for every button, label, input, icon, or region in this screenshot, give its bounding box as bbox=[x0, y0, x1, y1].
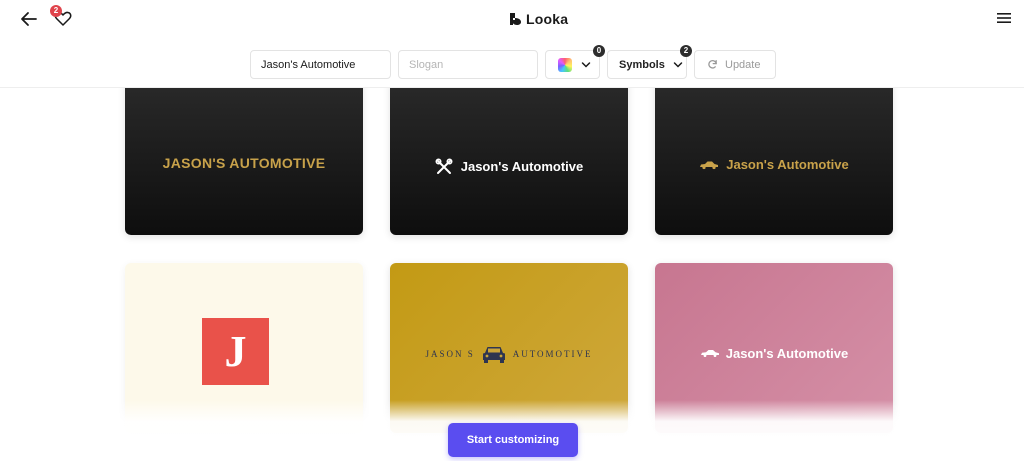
monogram-box: J bbox=[202, 317, 269, 385]
brand-name: Looka bbox=[526, 11, 569, 27]
crossed-tools-icon bbox=[435, 157, 453, 174]
company-name-field[interactable] bbox=[250, 50, 391, 79]
symbols-dropdown[interactable]: Symbols 2 bbox=[607, 45, 692, 79]
logo-lockup: JASON S AUTOMOTIVE bbox=[425, 344, 592, 364]
company-name-input[interactable] bbox=[251, 51, 390, 78]
logo-card[interactable]: Jason's Automotive bbox=[390, 88, 628, 235]
car-icon bbox=[700, 161, 719, 169]
logo-wordmark-left: JASON S bbox=[425, 349, 475, 359]
color-palette-icon bbox=[558, 57, 572, 72]
car-icon bbox=[700, 349, 719, 357]
monogram-letter: J bbox=[224, 326, 247, 376]
chevron-down-icon bbox=[581, 61, 591, 68]
logo-wordmark: JASON'S AUTOMOTIVE bbox=[162, 154, 326, 171]
slogan-field[interactable] bbox=[398, 50, 538, 79]
logo-wordmark: Jason's Automotive bbox=[725, 345, 849, 361]
update-button[interactable]: Update bbox=[694, 50, 776, 79]
start-customizing-button[interactable]: Start customizing bbox=[448, 423, 578, 457]
car-front-icon bbox=[482, 347, 505, 363]
logo-lockup: Jason's Automotive bbox=[700, 345, 849, 361]
symbols-count-badge: 2 bbox=[680, 45, 692, 57]
favorites-count-badge: 2 bbox=[50, 5, 62, 17]
logo-lockup: Jason's Automotive bbox=[699, 157, 849, 172]
top-bar: 2 Looka 0 Symbols 2 bbox=[0, 0, 1024, 88]
logo-lockup: Jason's Automotive bbox=[435, 157, 584, 176]
logo-wordmark: Jason's Automotive bbox=[726, 157, 849, 172]
looka-logo-icon bbox=[510, 13, 521, 25]
hamburger-menu-icon bbox=[997, 13, 1011, 23]
menu-button[interactable] bbox=[996, 11, 1012, 25]
logo-wordmark: Jason's Automotive bbox=[460, 159, 584, 174]
slogan-input[interactable] bbox=[399, 51, 537, 78]
back-button[interactable] bbox=[18, 9, 40, 29]
favorites-button[interactable]: 2 bbox=[50, 5, 74, 29]
symbols-label: Symbols bbox=[619, 58, 665, 71]
logo-card[interactable]: JASON'S AUTOMOTIVE bbox=[125, 88, 363, 235]
brand-logo[interactable]: Looka bbox=[508, 10, 568, 28]
update-label: Update bbox=[725, 58, 761, 71]
logo-wordmark-right: AUTOMOTIVE bbox=[512, 349, 593, 359]
colors-count-badge: 0 bbox=[593, 45, 605, 57]
arrow-left-icon bbox=[21, 12, 37, 26]
chevron-down-icon bbox=[673, 61, 683, 68]
logo-card[interactable]: Jason's Automotive bbox=[655, 88, 893, 235]
colors-dropdown[interactable]: 0 bbox=[545, 45, 605, 79]
refresh-icon bbox=[708, 60, 717, 69]
